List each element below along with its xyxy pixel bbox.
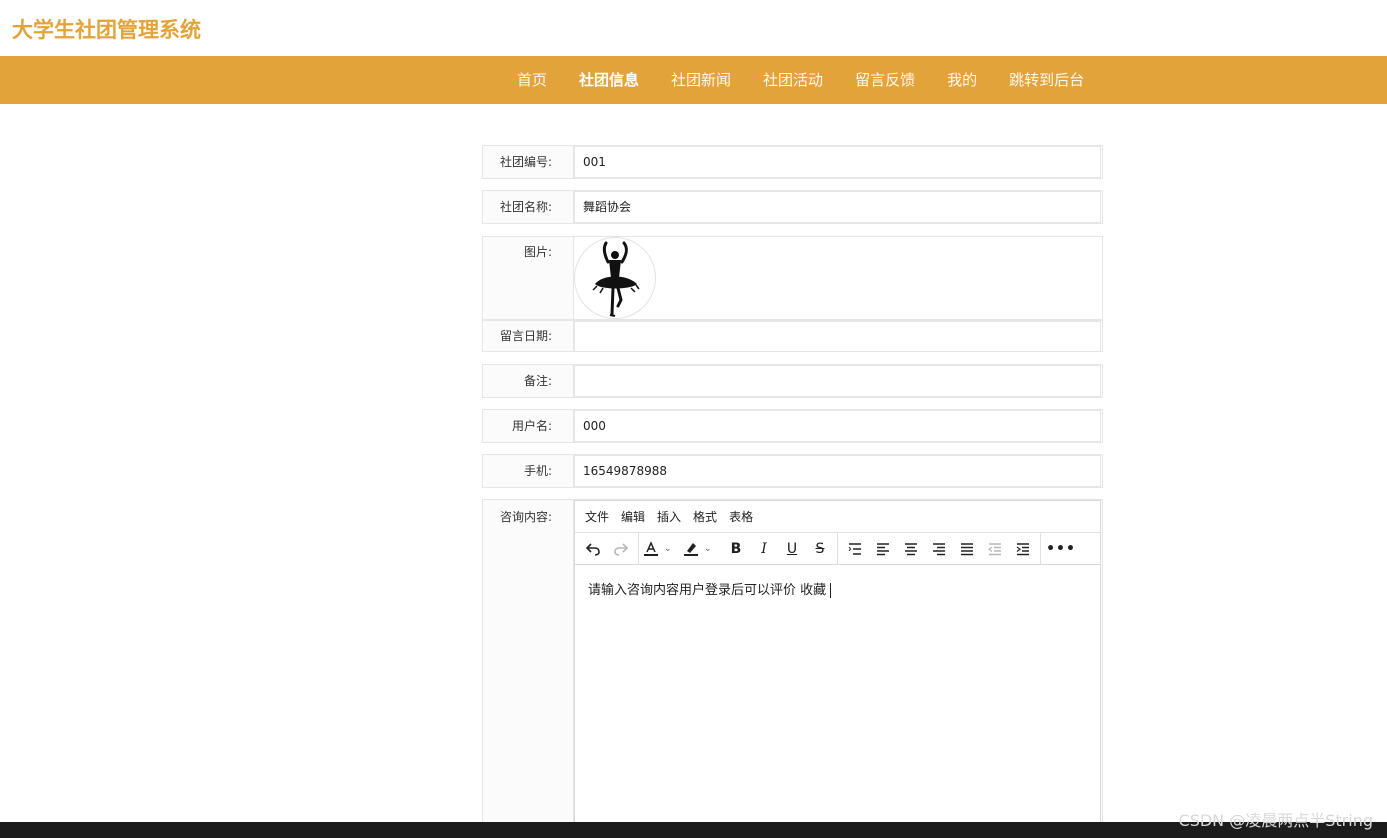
image-label: 图片: [523,245,552,259]
menu-insert[interactable]: 插入 [651,508,687,525]
text-caret [830,583,832,598]
row-phone: 手机: 16549878988 [482,454,1103,488]
consult-label: 咨询内容: [499,510,552,524]
phone-label: 手机: [523,464,552,478]
row-club-name: 社团名称: 舞蹈协会 [482,190,1103,224]
row-image: 图片: [482,236,1103,320]
club-name-field: 舞蹈协会 [573,191,1102,223]
nav-items: 首页 社团信息 社团新闻 社团活动 留言反馈 我的 跳转到后台 [501,56,1100,104]
phone-input[interactable]: 16549878988 [574,455,1101,487]
menu-edit[interactable]: 编辑 [615,508,651,525]
row-club-no: 社团编号: 001 [482,145,1103,179]
strikethrough-icon[interactable]: S [806,536,834,562]
watermark: CSDN @凌晨两点半String [1178,811,1373,830]
italic-icon[interactable]: I [750,536,778,562]
nav-admin[interactable]: 跳转到后台 [993,56,1100,104]
remark-label: 备注: [523,374,552,388]
line-height-icon[interactable] [841,536,869,562]
remark-field [573,365,1102,397]
nav-home[interactable]: 首页 [501,56,563,104]
chevron-down-icon: ⌄ [664,543,672,554]
editor-content-area[interactable]: 请输入咨询内容用户登录后可以评价 收藏 [575,565,1100,612]
message-date-field [573,321,1102,352]
editor-toolbar: ⌄ ⌄ B I U S ••• [575,532,1100,565]
club-no-field: 001 [573,146,1102,178]
row-consult: 咨询内容: 文件 编辑 插入 格式 表格 ⌄ ⌄ B I U S ••• 请输入… [482,499,1103,829]
header: 大学生社团管理系统 [0,0,1387,56]
row-username: 用户名: 000 [482,409,1103,443]
editor-menubar: 文件 编辑 插入 格式 表格 [575,501,1100,533]
nav-club-news[interactable]: 社团新闻 [655,56,747,104]
nav-club-activities[interactable]: 社团活动 [747,56,839,104]
menu-format[interactable]: 格式 [687,508,723,525]
menu-file[interactable]: 文件 [579,508,615,525]
toolbar-separator [638,532,639,565]
chevron-down-icon: ⌄ [704,543,712,554]
row-message-date: 留言日期: [482,320,1103,352]
club-no-label: 社团编号: [499,155,552,169]
consult-field: 文件 编辑 插入 格式 表格 ⌄ ⌄ B I U S ••• 请输入咨询内容用户… [573,500,1102,829]
club-name-label: 社团名称: [499,200,552,214]
image-field [573,237,1102,319]
nav-mine[interactable]: 我的 [931,56,993,104]
more-icon[interactable]: ••• [1044,536,1078,562]
redo-icon[interactable] [607,536,635,562]
ballet-dancer-image [574,237,656,319]
text-color-icon [644,540,658,556]
highlight-icon [684,542,698,556]
menu-table[interactable]: 表格 [723,508,759,525]
message-date-label: 留言日期: [499,329,552,343]
text-color-button[interactable]: ⌄ [642,536,682,562]
editor-text: 请输入咨询内容用户登录后可以评价 收藏 [588,583,827,598]
align-justify-icon[interactable] [953,536,981,562]
rich-text-editor: 文件 编辑 插入 格式 表格 ⌄ ⌄ B I U S ••• 请输入咨询内容用户… [574,500,1101,829]
top-navbar: 首页 社团信息 社团新闻 社团活动 留言反馈 我的 跳转到后台 [0,56,1387,104]
toolbar-separator [837,532,838,565]
username-field: 000 [573,410,1102,442]
club-name-input[interactable]: 舞蹈协会 [574,191,1101,223]
club-no-input[interactable]: 001 [574,146,1101,178]
outdent-icon[interactable] [981,536,1009,562]
toolbar-separator [1040,532,1041,565]
remark-input[interactable] [574,365,1101,397]
align-right-icon[interactable] [925,536,953,562]
bold-icon[interactable]: B [722,536,750,562]
row-remark: 备注: [482,364,1103,398]
username-input[interactable]: 000 [574,410,1101,442]
username-label: 用户名: [511,419,552,433]
message-date-input[interactable] [574,321,1101,352]
nav-feedback[interactable]: 留言反馈 [839,56,931,104]
align-center-icon[interactable] [897,536,925,562]
highlight-color-button[interactable]: ⌄ [682,536,722,562]
align-left-icon[interactable] [869,536,897,562]
nav-club-info[interactable]: 社团信息 [563,56,655,104]
indent-icon[interactable] [1009,536,1037,562]
phone-field: 16549878988 [573,455,1102,487]
app-title: 大学生社团管理系统 [12,18,201,42]
undo-icon[interactable] [579,536,607,562]
underline-icon[interactable]: U [778,536,806,562]
